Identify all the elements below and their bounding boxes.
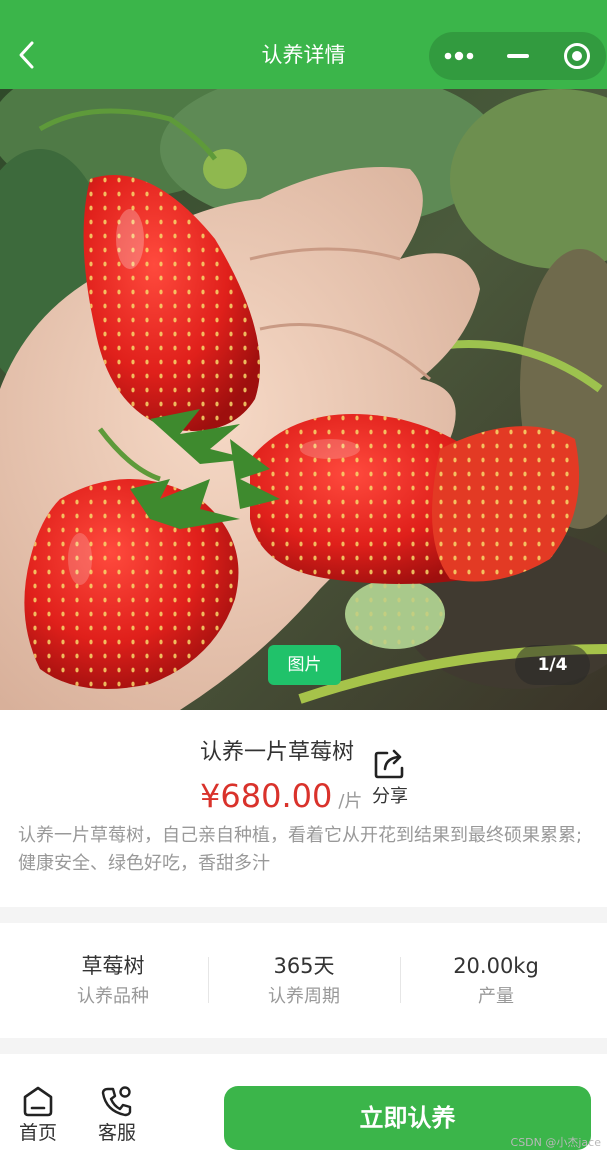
minimize-icon: [506, 54, 529, 58]
adopt-detail-page: 认养详情 图片 1/4 认养一片草莓树 ¥680.00 /片 分享 认养一片草莓…: [0, 0, 607, 1156]
home-tab[interactable]: 首页: [11, 1084, 65, 1146]
share-icon: [374, 749, 404, 779]
stat-value: 20.00kg: [453, 954, 539, 978]
image-counter: 1/4: [515, 645, 590, 685]
stat-label: 认养品种: [77, 986, 149, 1007]
adoption-stats: 草莓树 认养品种 365天 认养周期 20.00kg 产量: [0, 923, 607, 1038]
service-tab[interactable]: 客服: [90, 1084, 144, 1146]
stat-variety: 草莓树 认养品种: [13, 951, 213, 1011]
product-image-carousel[interactable]: [0, 89, 607, 710]
product-info-card: 认养一片草莓树 ¥680.00/片 分享 认养一片草莓树，自己亲自种植，看着它从…: [0, 710, 607, 907]
share-button[interactable]: 分享: [368, 748, 412, 808]
watermark: CSDN @小杰jace: [510, 1136, 601, 1149]
price-unit: /片: [338, 791, 363, 812]
media-type-tag[interactable]: 图片: [268, 645, 341, 685]
stat-value: 365天: [273, 954, 335, 978]
product-price: ¥680.00: [200, 777, 333, 815]
stat-label: 认养周期: [268, 986, 340, 1007]
strawberry-photo: [0, 89, 607, 710]
home-icon: [23, 1086, 53, 1117]
service-tab-label: 客服: [97, 1122, 136, 1144]
product-description: 认养一片草莓树，自己亲自种植，看着它从开花到结果到最终硕果累累;健康安全、绿色好…: [18, 825, 583, 874]
stat-value: 草莓树: [81, 954, 145, 978]
stat-label: 产量: [478, 986, 514, 1007]
stat-yield: 20.00kg 产量: [396, 951, 596, 1011]
capsule-menu: [429, 32, 606, 80]
price-row: ¥680.00/片: [200, 776, 362, 822]
minimize-button[interactable]: [488, 32, 547, 80]
close-button[interactable]: [547, 32, 606, 80]
close-circle-icon: [563, 43, 590, 69]
more-button[interactable]: [429, 32, 488, 80]
home-tab-label: 首页: [18, 1122, 57, 1144]
more-dots-icon: [444, 51, 473, 61]
share-label: 分享: [372, 786, 408, 807]
nav-bar: 认养详情: [0, 0, 607, 89]
phone-icon: [101, 1086, 132, 1117]
product-name: 认养一片草莓树: [200, 740, 355, 765]
stat-period: 365天 认养周期: [204, 951, 404, 1011]
